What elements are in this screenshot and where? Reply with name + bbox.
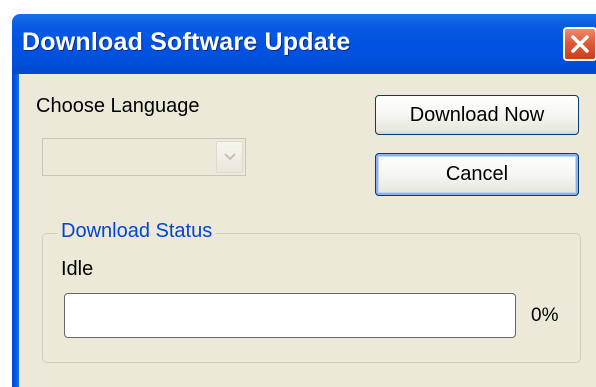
window-title: Download Software Update [22,28,351,56]
cancel-button[interactable]: Cancel [375,153,579,196]
download-update-dialog: Download Software Update Choose Language… [0,0,596,387]
progress-bar [64,293,516,338]
download-status-legend: Download Status [57,220,217,243]
download-status-group: Download Status Idle 0% [42,220,581,363]
language-dropdown-button[interactable] [216,141,243,173]
close-button[interactable] [563,27,596,61]
dialog-client-area: Choose Language Download Now Cancel Down… [19,74,596,387]
download-now-button[interactable]: Download Now [375,95,579,135]
status-text: Idle [61,258,94,280]
language-select[interactable] [42,138,246,176]
chevron-down-icon [224,153,236,161]
close-x-icon [571,35,589,53]
window-frame-left [12,74,19,387]
progress-percentage: 0% [531,305,559,326]
choose-language-label: Choose Language [36,95,200,117]
title-bar[interactable]: Download Software Update [12,14,596,74]
